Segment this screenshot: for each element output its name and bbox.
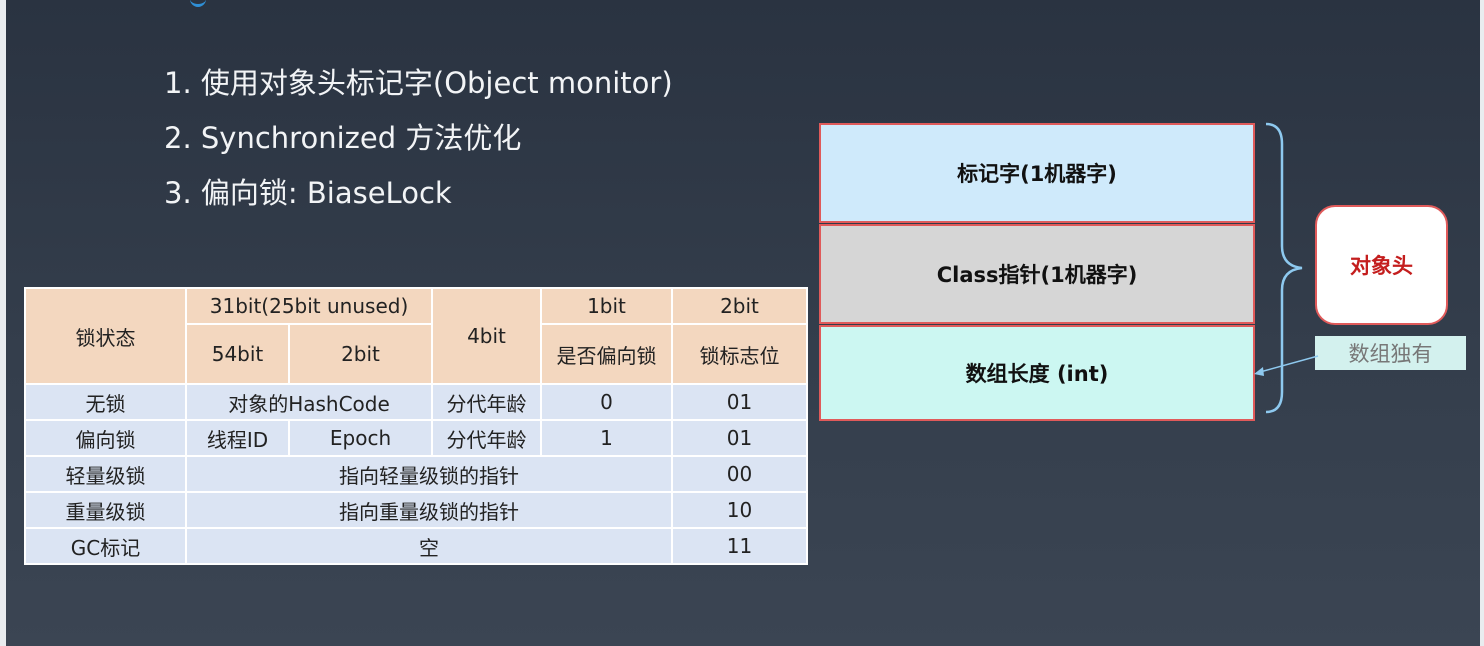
header-lock-state: 锁状态: [24, 287, 187, 385]
cell-hashcode: 对象的HashCode: [185, 383, 433, 421]
object-header-box: 对象头: [1315, 205, 1448, 325]
object-header-label: 对象头: [1350, 254, 1413, 278]
cell-flag: 00: [671, 455, 808, 493]
cell-age: 分代年龄: [431, 419, 542, 457]
header-4bit: 4bit: [431, 287, 542, 385]
cell-state: GC标记: [24, 527, 187, 565]
mark-word-box: 标记字(1机器字): [819, 123, 1255, 223]
bullet-item: 2. Synchronized 方法优化: [164, 121, 522, 155]
mark-word-table: 锁状态 31bit(25bit unused) 4bit 1bit 2bit 5…: [24, 287, 808, 565]
bullet-item: 1. 使用对象头标记字(Object monitor): [164, 66, 673, 100]
array-length-label: 数组长度 (int): [965, 362, 1109, 386]
array-only-tag: 数组独有: [1315, 336, 1466, 370]
class-pointer-box: Class指针(1机器字): [819, 224, 1255, 324]
cell-flag: 11: [671, 527, 808, 565]
cell-flag: 10: [671, 491, 808, 529]
header-31bit: 31bit(25bit unused): [185, 287, 433, 325]
class-pointer-label: Class指针(1机器字): [936, 263, 1138, 287]
mark-word-label: 标记字(1机器字): [957, 162, 1117, 186]
left-edge: [0, 0, 6, 646]
cell-flag: 01: [671, 383, 808, 421]
array-length-box: 数组长度 (int): [819, 325, 1255, 421]
cell-biased: 0: [540, 383, 673, 421]
cell-pointer: 指向轻量级锁的指针: [185, 455, 673, 493]
table-row: 重量级锁 指向重量级锁的指针 10: [24, 491, 808, 529]
array-only-label: 数组独有: [1348, 342, 1433, 366]
table-row: 无锁 对象的HashCode 分代年龄 0 01: [24, 383, 808, 421]
cell-state: 无锁: [24, 383, 187, 421]
right-edge: [1480, 0, 1484, 646]
bullet-item: 3. 偏向锁: BiaseLock: [164, 176, 452, 210]
table-row: 轻量级锁 指向轻量级锁的指针 00: [24, 455, 808, 493]
cell-epoch: Epoch: [288, 419, 433, 457]
cell-age: 分代年龄: [431, 383, 542, 421]
top-accent: [190, 0, 206, 7]
arrow-left-icon: [1254, 355, 1319, 376]
header-54bit: 54bit: [185, 323, 290, 385]
header-lock-flag: 锁标志位: [671, 323, 808, 385]
cell-state: 偏向锁: [24, 419, 187, 457]
cell-pointer: 指向重量级锁的指针: [185, 491, 673, 529]
cell-flag: 01: [671, 419, 808, 457]
header-1bit: 1bit: [540, 287, 673, 325]
header-2bit-sub: 2bit: [288, 323, 433, 385]
cell-empty: 空: [185, 527, 673, 565]
cell-thread-id: 线程ID: [185, 419, 290, 457]
bullet-list: 1. 使用对象头标记字(Object monitor) 2. Synchroni…: [164, 56, 673, 221]
table-header-row: 锁状态 31bit(25bit unused) 4bit 1bit 2bit: [24, 287, 808, 385]
header-2bit: 2bit: [671, 287, 808, 325]
cell-biased: 1: [540, 419, 673, 457]
cell-state: 重量级锁: [24, 491, 187, 529]
table-row: 偏向锁 线程ID Epoch 分代年龄 1 01: [24, 419, 808, 457]
header-biased-flag: 是否偏向锁: [540, 323, 673, 385]
cell-state: 轻量级锁: [24, 455, 187, 493]
table-row: GC标记 空 11: [24, 527, 808, 565]
